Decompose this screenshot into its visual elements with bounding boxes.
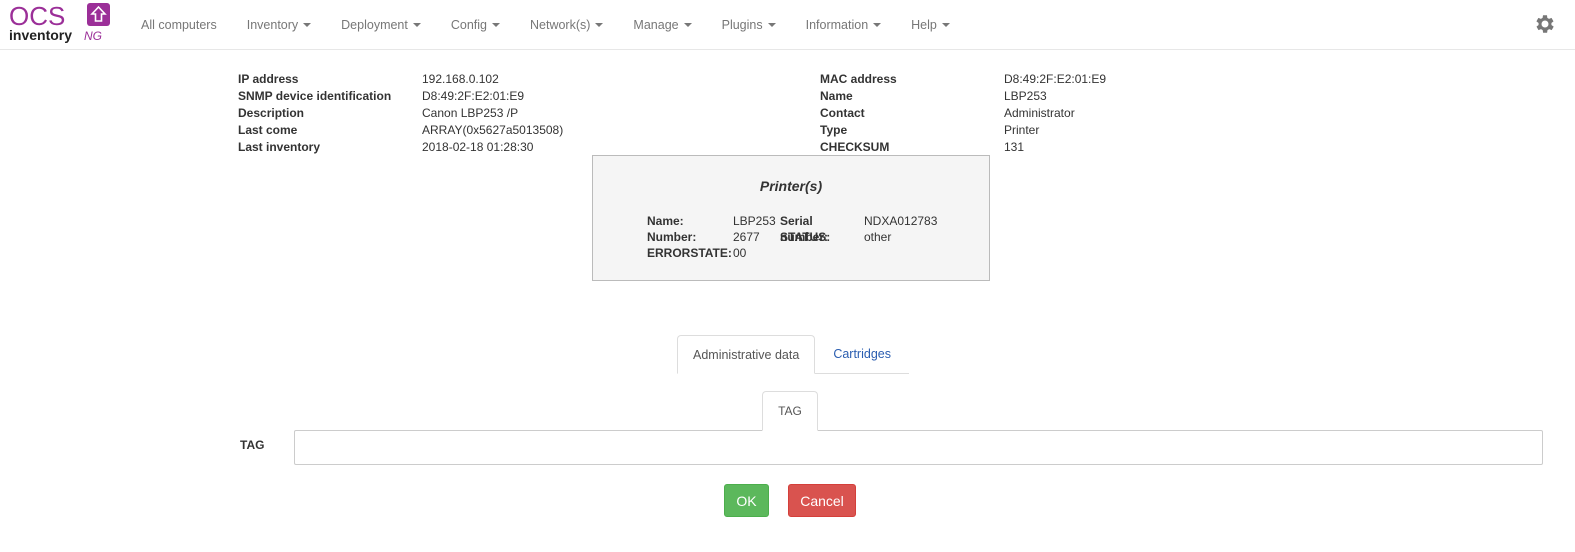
printer-panel: Printer(s) Name: LBP253 Serial number: N… [592, 155, 990, 281]
nav-item-inventory[interactable]: Inventory [232, 0, 326, 50]
printer-number-value: 2677 [733, 230, 760, 244]
nav-item-deployment[interactable]: Deployment [326, 0, 436, 50]
nav-item-all-computers[interactable]: All computers [126, 0, 232, 50]
nav-item-label: Config [450, 18, 487, 32]
printer-errorstate-label: ERRORSTATE: [647, 246, 732, 260]
ok-button[interactable]: OK [724, 484, 769, 517]
caret-down-icon [873, 23, 882, 27]
info-value: 2018-02-18 01:28:30 [422, 140, 534, 154]
nav-item-manage[interactable]: Manage [618, 0, 706, 50]
nav-item-label: Inventory [246, 18, 299, 32]
gear-icon[interactable] [1533, 12, 1557, 36]
info-label: Last come [238, 123, 298, 137]
caret-down-icon [767, 23, 776, 27]
info-value: LBP253 [1004, 89, 1047, 103]
info-value: Printer [1004, 123, 1040, 137]
svg-text:inventory: inventory [9, 27, 72, 43]
info-label: Last inventory [238, 140, 321, 154]
info-label: Contact [820, 106, 865, 120]
info-row-description: Description Canon LBP253 /P [238, 105, 563, 122]
info-row-last-inventory: Last inventory 2018-02-18 01:28:30 [238, 139, 563, 156]
svg-text:NG: NG [84, 29, 102, 43]
top-navbar: OCS inventory NG All computers Inventory D… [0, 0, 1575, 50]
printer-panel-title: Printer(s) [759, 178, 823, 194]
info-value: D8:49:2F:E2:01:E9 [1004, 72, 1107, 86]
info-label: CHECKSUM [820, 140, 890, 154]
tag-input[interactable] [294, 430, 1543, 465]
info-label: IP address [238, 72, 299, 86]
info-value: 131 [1004, 140, 1025, 154]
nav-item-help[interactable]: Help [896, 0, 965, 50]
info-row-snmp-id: SNMP device identification D8:49:2F:E2:01… [238, 88, 563, 105]
printer-row: Number: 2677 STATUS: other [647, 229, 954, 245]
caret-down-icon [595, 23, 604, 27]
caret-down-icon [412, 23, 421, 27]
info-label: Description [238, 106, 305, 120]
info-row-last-come: Last come ARRAY(0x5627a5013508) [238, 122, 563, 139]
device-info-right: MAC address D8:49:2F:E2:01:E9 Name LBP253 … [820, 71, 1106, 156]
tag-field-label: TAG [240, 438, 265, 452]
info-row-ip: IP address 192.168.0.102 [238, 71, 563, 88]
caret-down-icon [941, 23, 950, 27]
tab-cartridges[interactable]: Cartridges [815, 335, 910, 374]
printer-serial-label: Serial number: [780, 214, 828, 244]
printer-name-label: Name: [647, 214, 684, 228]
nav-item-config[interactable]: Config [436, 0, 515, 50]
printer-name-value: LBP253 [733, 214, 776, 228]
printer-errorstate-value: 00 [733, 246, 747, 260]
info-value: 192.168.0.102 [422, 72, 499, 86]
nav-item-plugins[interactable]: Plugins [707, 0, 791, 50]
info-row-checksum: CHECKSUM 131 [820, 139, 1106, 156]
info-label: SNMP device identification [238, 89, 392, 103]
info-row-name: Name LBP253 [820, 88, 1106, 105]
info-row-contact: Contact Administrator [820, 105, 1106, 122]
main-nav: All computers Inventory Deployment Config Ne… [126, 0, 965, 50]
nav-item-label: All computers [141, 18, 217, 32]
printer-row: ERRORSTATE: 00 [647, 245, 954, 261]
nav-item-label: Plugins [721, 18, 763, 32]
info-value: Canon LBP253 /P [422, 106, 519, 120]
nav-item-label: Information [805, 18, 869, 32]
printer-status-label: STATUS: [780, 230, 831, 244]
caret-down-icon [492, 23, 500, 27]
nav-item-label: Network(s) [530, 18, 591, 32]
printer-status-value: other [864, 230, 892, 244]
cancel-button[interactable]: Cancel [788, 484, 856, 517]
tab-administrative-data[interactable]: Administrative data [677, 335, 816, 374]
info-label: Type [820, 123, 848, 137]
nav-item-network-s[interactable]: Network(s) [515, 0, 618, 50]
info-value: ARRAY(0x5627a5013508) [422, 123, 564, 137]
nav-item-label: Deployment [341, 18, 408, 32]
nav-item-information[interactable]: Information [791, 0, 897, 50]
nav-item-label: Help [911, 18, 937, 32]
caret-down-icon [683, 23, 692, 27]
printer-row: Name: LBP253 Serial number: NDXA012783 [647, 213, 954, 244]
tab-bar: Administrative data Cartridges [677, 335, 910, 374]
info-label: Name [820, 89, 853, 103]
info-row-type: Type Printer [820, 122, 1106, 139]
printer-serial-value: NDXA012783 [864, 214, 938, 228]
info-value: D8:49:2F:E2:01:E9 [422, 89, 525, 103]
printer-number-label: Number: [647, 230, 697, 244]
printer-details: Name: LBP253 Serial number: NDXA012783 N… [647, 213, 954, 261]
device-info-left: IP address 192.168.0.102 SNMP device iden… [238, 71, 563, 156]
nav-item-label: Manage [633, 18, 679, 32]
ocs-inventory-logo[interactable]: OCS inventory NG [9, 1, 113, 44]
info-row-mac: MAC address D8:49:2F:E2:01:E9 [820, 71, 1106, 88]
subtab-tag[interactable]: TAG [762, 391, 818, 431]
info-label: MAC address [820, 72, 897, 86]
caret-down-icon [303, 23, 312, 27]
info-value: Administrator [1004, 106, 1075, 120]
